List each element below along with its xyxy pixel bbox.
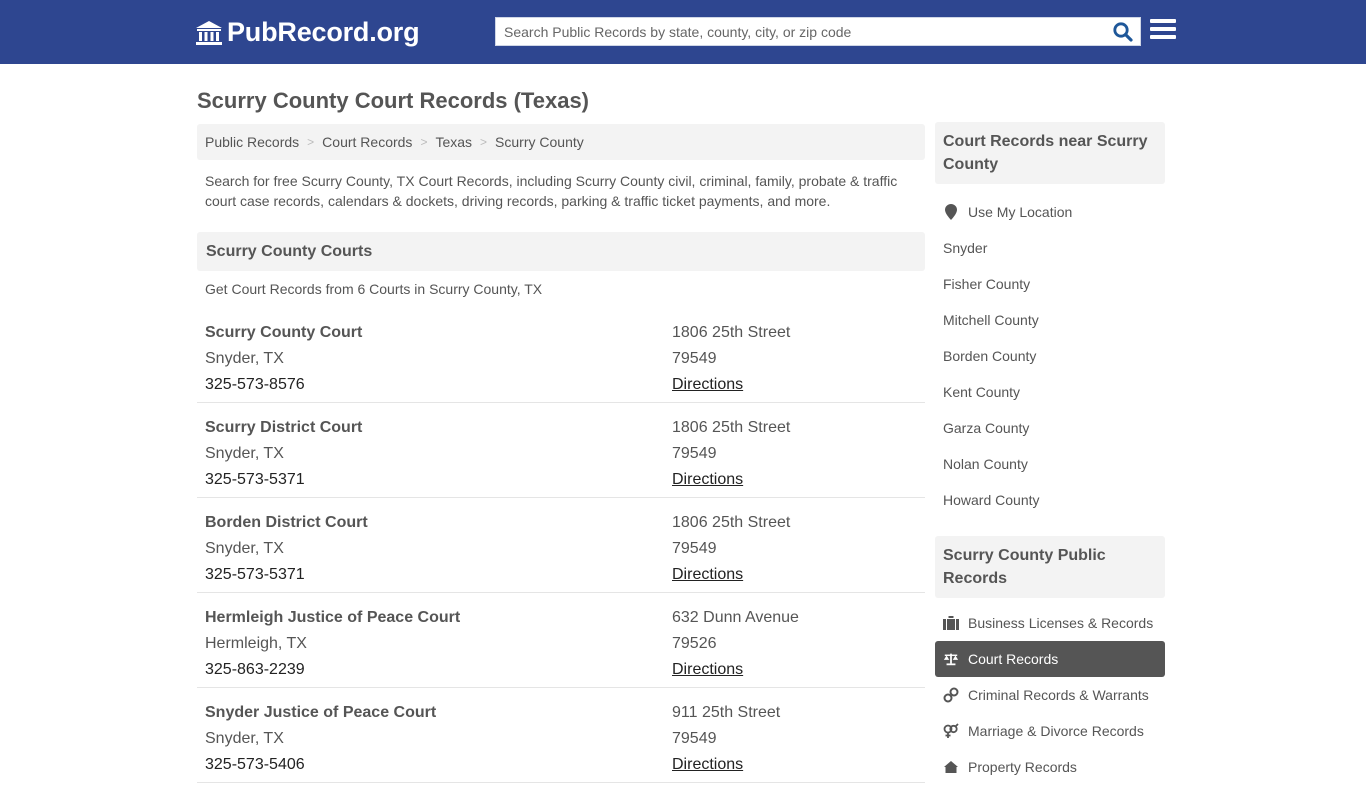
court-name: Scurry District Court (205, 419, 363, 436)
court-phone[interactable]: 325-573-5371 (205, 467, 362, 493)
sidebar-item-label: Criminal Records & Warrants (968, 687, 1149, 703)
intro-text: Search for free Scurry County, TX Court … (205, 173, 898, 209)
sidebar-public-records: Scurry County Public Records Business Li… (935, 536, 1165, 785)
breadcrumb-public-records[interactable]: Public Records (205, 134, 299, 150)
court-address: 911 25th Street (672, 704, 781, 721)
nearby-link[interactable]: Snyder (935, 230, 1165, 266)
sidebar-item-label: Property Records (968, 759, 1077, 775)
home-icon (943, 759, 959, 775)
breadcrumb-current: Scurry County (495, 134, 584, 150)
courthouse-icon (196, 20, 222, 45)
brand-logo-link[interactable]: PubRecord.org (195, 17, 420, 48)
sidebar-item-property-records[interactable]: Property Records (935, 749, 1165, 785)
sidebar-item-court-records[interactable]: Court Records (935, 641, 1165, 677)
brand-name: PubRecord.org (227, 17, 420, 47)
gender-icon (943, 723, 959, 739)
court-item: Borden District Court Snyder, TX 325-573… (197, 498, 925, 593)
directions-link[interactable]: Directions (672, 657, 799, 683)
court-name: Snyder Justice of Peace Court (205, 704, 437, 721)
sidebar-item-marriage-divorce[interactable]: Marriage & Divorce Records (935, 713, 1165, 749)
courts-list: Scurry County Court Snyder, TX 325-573-8… (197, 308, 925, 783)
sidebar-item-label: Business Licenses & Records (968, 615, 1154, 631)
briefcase-icon (943, 615, 959, 631)
nearby-link[interactable]: Howard County (935, 482, 1165, 518)
court-zip: 79526 (672, 635, 717, 652)
court-item: Scurry County Court Snyder, TX 325-573-8… (197, 308, 925, 403)
sidebar-public-records-title: Scurry County Public Records (935, 536, 1165, 598)
sidebar-item-label: Marriage & Divorce Records (968, 723, 1144, 739)
court-zip: 79549 (672, 445, 717, 462)
use-my-location-link[interactable]: Use My Location (935, 194, 1165, 230)
court-zip: 79549 (672, 730, 717, 747)
nearby-link[interactable]: Borden County (935, 338, 1165, 374)
sidebar-item-criminal-records[interactable]: Criminal Records & Warrants (935, 677, 1165, 713)
breadcrumb-separator: > (420, 135, 428, 149)
court-phone[interactable]: 325-573-5406 (205, 752, 436, 778)
handcuffs-icon (943, 687, 959, 703)
search-input[interactable] (496, 18, 1106, 45)
breadcrumb-separator: > (307, 135, 315, 149)
court-city: Snyder, TX (205, 350, 284, 367)
hamburger-menu-icon[interactable] (1150, 19, 1176, 43)
court-phone[interactable]: 325-573-8576 (205, 372, 362, 398)
nearby-link[interactable]: Kent County (935, 374, 1165, 410)
court-address: 1806 25th Street (672, 419, 791, 436)
nearby-link[interactable]: Mitchell County (935, 302, 1165, 338)
directions-link[interactable]: Directions (672, 752, 780, 778)
breadcrumb: Public Records > Court Records > Texas >… (197, 124, 925, 160)
court-phone[interactable]: 325-863-2239 (205, 657, 460, 683)
courts-count-text: Get Court Records from 6 Courts in Scurr… (205, 281, 543, 297)
breadcrumb-texas[interactable]: Texas (435, 134, 472, 150)
nearby-link[interactable]: Nolan County (935, 446, 1165, 482)
search-bar (495, 17, 1141, 46)
court-city: Hermleigh, TX (205, 635, 307, 652)
navbar: PubRecord.org (0, 0, 1366, 64)
sidebar-item-label: Court Records (968, 651, 1059, 667)
scale-icon (943, 651, 959, 667)
nearby-link[interactable]: Fisher County (935, 266, 1165, 302)
court-address: 1806 25th Street (672, 514, 791, 531)
breadcrumb-separator: > (480, 135, 488, 149)
directions-link[interactable]: Directions (672, 372, 790, 398)
court-zip: 79549 (672, 540, 717, 557)
court-name: Hermleigh Justice of Peace Court (205, 609, 461, 626)
sidebar-nearby-title: Court Records near Scurry County (935, 122, 1165, 184)
court-city: Snyder, TX (205, 445, 284, 462)
court-phone[interactable]: 325-573-5371 (205, 562, 368, 588)
page-title: Scurry County Court Records (Texas) (197, 88, 590, 113)
court-zip: 79549 (672, 350, 717, 367)
court-address: 632 Dunn Avenue (672, 609, 799, 626)
use-my-location-label: Use My Location (968, 204, 1073, 220)
court-item: Snyder Justice of Peace Court Snyder, TX… (197, 688, 925, 783)
sidebar-item-business-licenses[interactable]: Business Licenses & Records (935, 605, 1165, 641)
breadcrumb-court-records[interactable]: Court Records (322, 134, 412, 150)
court-city: Snyder, TX (205, 540, 284, 557)
court-name: Scurry County Court (205, 324, 363, 341)
court-name: Borden District Court (205, 514, 368, 531)
court-item: Hermleigh Justice of Peace Court Hermlei… (197, 593, 925, 688)
directions-link[interactable]: Directions (672, 562, 790, 588)
courts-section-title: Scurry County Courts (197, 232, 925, 271)
court-item: Scurry District Court Snyder, TX 325-573… (197, 403, 925, 498)
court-address: 1806 25th Street (672, 324, 791, 341)
sidebar-nearby: Court Records near Scurry County Use My … (935, 122, 1165, 518)
directions-link[interactable]: Directions (672, 467, 790, 493)
nearby-link[interactable]: Garza County (935, 410, 1165, 446)
court-city: Snyder, TX (205, 730, 284, 747)
search-icon[interactable] (1112, 21, 1134, 43)
map-marker-icon (943, 204, 959, 220)
